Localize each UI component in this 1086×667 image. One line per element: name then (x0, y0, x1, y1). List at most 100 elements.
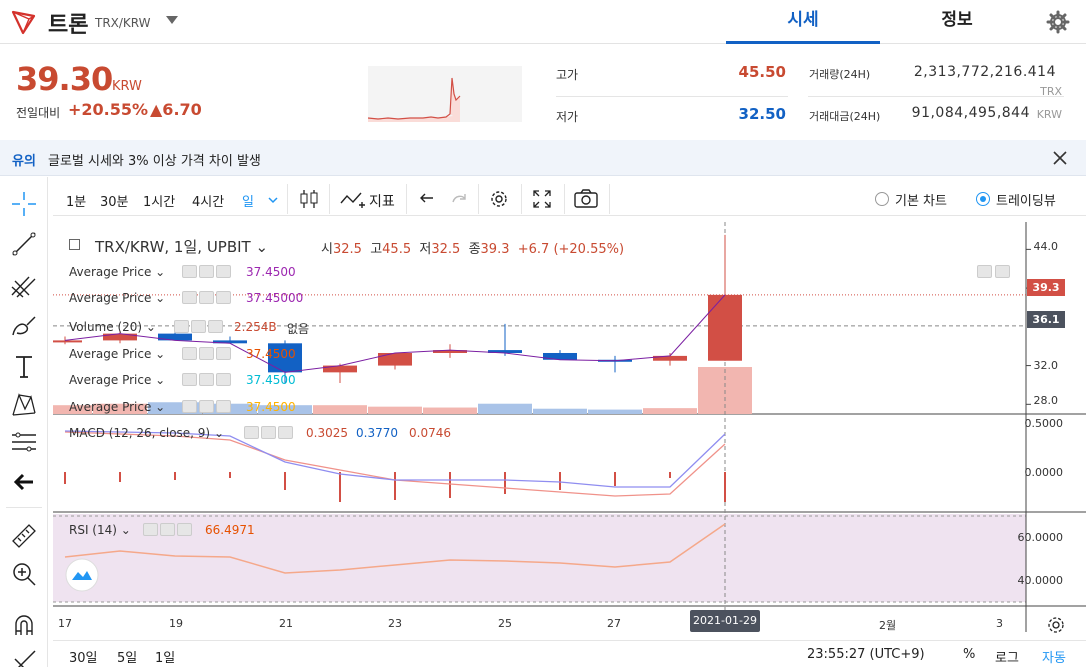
gear-icon[interactable] (1044, 8, 1072, 36)
eye-icon[interactable] (174, 320, 189, 333)
tradingview-label[interactable]: 트레이딩뷰 (996, 190, 1056, 209)
ohlc-o-label: 시 (321, 242, 333, 257)
close-icon[interactable] (216, 291, 231, 304)
close-icon[interactable] (177, 523, 192, 536)
notice-tag: 유의 (12, 154, 36, 169)
overlay-value: 37.4500 (246, 265, 296, 279)
ohlc-h: 45.5 (382, 242, 412, 257)
gear-icon[interactable] (199, 347, 214, 360)
eye-icon[interactable] (244, 426, 259, 439)
gear-icon[interactable] (199, 265, 214, 278)
basic-chart-label[interactable]: 기본 차트 (895, 190, 947, 209)
close-icon[interactable] (1052, 150, 1068, 166)
chart-canvas[interactable] (53, 222, 1086, 667)
rsi-legend[interactable]: RSI (14) ⌄ (69, 523, 131, 537)
volume-legend[interactable]: Volume (20) ⌄ (69, 320, 156, 334)
axis-label: 32.0 (1033, 359, 1059, 372)
gear-icon[interactable] (199, 373, 214, 386)
radio-tradingview[interactable] (976, 192, 990, 206)
gear-icon[interactable] (1045, 614, 1067, 636)
close-icon[interactable] (208, 320, 223, 333)
overlay-name[interactable]: Average Price ⌄ (69, 347, 165, 361)
close-icon[interactable] (278, 426, 293, 439)
close-icon[interactable] (216, 347, 231, 360)
indicators-icon[interactable] (339, 187, 367, 211)
ruler-icon[interactable] (9, 519, 39, 549)
close-icon[interactable] (216, 400, 231, 413)
pattern-icon[interactable] (9, 389, 39, 419)
magnet-icon[interactable] (9, 611, 39, 641)
pane-down-icon[interactable] (977, 265, 992, 278)
hide-drawings-icon[interactable] (9, 647, 39, 667)
eye-icon[interactable] (182, 400, 197, 413)
low-label: 저가 (556, 110, 579, 124)
tab-info[interactable]: 정보 (880, 0, 1034, 44)
log-toggle[interactable]: 로그 (995, 647, 1019, 666)
brush-icon[interactable] (9, 311, 39, 341)
pane-up-icon[interactable] (995, 265, 1010, 278)
ohlc-o: 32.5 (332, 242, 362, 257)
chevron-down-icon[interactable] (166, 16, 178, 24)
undo-icon[interactable] (415, 187, 439, 211)
price-chart[interactable]: TRX/KRW, 1일, UPBIT ⌄ 시32.5 고45.5 저32.5 종… (53, 222, 1086, 667)
close-icon[interactable] (216, 373, 231, 386)
timeframe-day[interactable]: 일 (242, 191, 254, 210)
ohlc-c-label: 종 (468, 242, 481, 257)
range-30d[interactable]: 30일 (69, 647, 98, 666)
gear-icon[interactable] (160, 523, 175, 536)
symbol-title[interactable]: TRX/KRW, 1일, UPBIT ⌄ (95, 236, 268, 257)
gear-icon[interactable] (261, 426, 276, 439)
camera-icon[interactable] (573, 187, 599, 211)
eye-icon[interactable] (182, 291, 197, 304)
tab-quote[interactable]: 시세 (726, 0, 880, 44)
text-tool-icon[interactable] (9, 351, 39, 381)
measure-lines-icon[interactable] (9, 427, 39, 457)
overlay-name[interactable]: Average Price ⌄ (69, 291, 165, 305)
eye-icon[interactable] (182, 265, 197, 278)
gear-icon[interactable] (191, 320, 206, 333)
x-axis-label: 2월 (879, 619, 897, 632)
radio-basic-chart[interactable] (875, 192, 889, 206)
coin-name[interactable]: 트론 (48, 7, 88, 39)
eye-icon[interactable] (182, 373, 197, 386)
settings-gear-icon[interactable] (487, 187, 511, 211)
overlay-name[interactable]: Average Price ⌄ (69, 400, 165, 414)
gear-icon[interactable] (199, 400, 214, 413)
range-5d[interactable]: 5일 (117, 647, 137, 666)
divider (287, 184, 288, 214)
macd-legend[interactable]: MACD (12, 26, close, 9) ⌄ (69, 426, 224, 440)
timeframe-1m[interactable]: 1분 (66, 191, 86, 210)
crosshair-icon[interactable] (9, 189, 39, 219)
sparkline-chart (368, 66, 522, 122)
pitchfork-icon[interactable] (9, 271, 39, 301)
volume-bar (368, 406, 422, 414)
chevron-down-icon[interactable] (267, 196, 279, 204)
eye-icon[interactable] (182, 347, 197, 360)
gear-icon[interactable] (199, 291, 214, 304)
close-icon[interactable] (216, 265, 231, 278)
auto-toggle[interactable]: 자동 (1042, 647, 1066, 666)
timeframe-30m[interactable]: 30분 (100, 191, 129, 210)
clock[interactable]: 23:55:27 (UTC+9) (807, 647, 925, 662)
divider (556, 96, 788, 97)
timeframe-1h[interactable]: 1시간 (143, 191, 175, 210)
timeframe-4h[interactable]: 4시간 (192, 191, 224, 210)
arrow-left-icon[interactable] (9, 467, 39, 497)
eye-icon[interactable] (143, 523, 158, 536)
redo-icon[interactable] (447, 187, 471, 211)
tradingview-logo-icon[interactable] (65, 558, 99, 592)
overlay-name[interactable]: Average Price ⌄ (69, 373, 165, 387)
candles-icon[interactable] (297, 187, 321, 211)
range-1d[interactable]: 1일 (155, 647, 175, 666)
collapse-icon[interactable] (69, 239, 80, 250)
indicators-button[interactable]: 지표 (369, 191, 395, 211)
trend-line-icon[interactable] (9, 229, 39, 259)
candle-body (53, 340, 82, 343)
fullscreen-icon[interactable] (530, 187, 554, 211)
coin-pair[interactable]: TRX/KRW (95, 16, 151, 30)
zoom-in-icon[interactable] (9, 559, 39, 589)
x-axis-label: 21 (279, 617, 293, 630)
rsi-band (53, 514, 1026, 602)
percent-toggle[interactable]: % (963, 647, 975, 662)
overlay-name[interactable]: Average Price ⌄ (69, 265, 165, 279)
